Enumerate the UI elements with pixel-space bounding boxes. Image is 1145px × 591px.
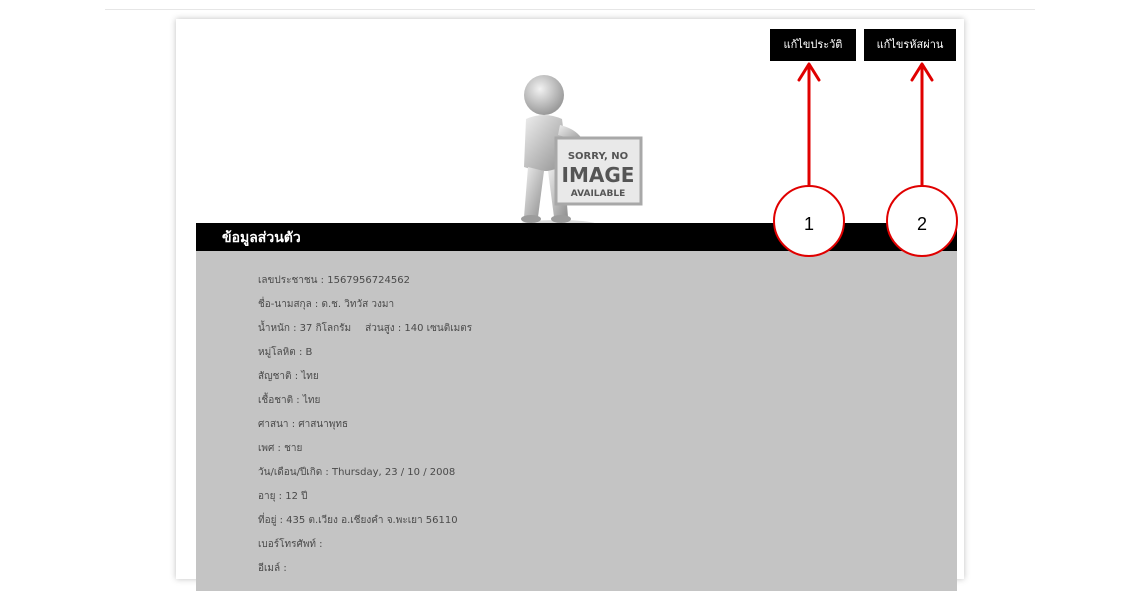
change-password-button[interactable]: แก้ไขรหัสผ่าน: [864, 29, 956, 61]
weight-height-row: น้ำหนัก : 37 กิโลกรัม ส่วนสูง : 140 เซนติ…: [258, 321, 472, 336]
height-text: ส่วนสูง : 140 เซนติเมตร: [365, 323, 473, 334]
phone-row: เบอร์โทรศัพท์ :: [258, 539, 323, 550]
id-card-row: เลขประชาชน : 1567956724562: [258, 275, 410, 286]
religion-row: ศาสนา : ศาสนาพุทธ: [258, 419, 349, 430]
gender-row: เพศ : ชาย: [258, 443, 303, 454]
blood-group-row: หมู่โลหิต : B: [258, 347, 313, 358]
full-name-row: ชื่อ-นามสกุล : ด.ช. วิทวัส วงมา: [258, 299, 395, 310]
address-row: ที่อยู่ : 435 ต.เวียง อ.เชียงคำ จ.พะเยา …: [258, 515, 458, 526]
birth-date-row: วัน/เดือน/ปีเกิด : Thursday, 23 / 10 / 2…: [258, 467, 456, 478]
placeholder-text-line2: IMAGE: [562, 163, 635, 187]
top-divider: [105, 9, 1035, 10]
placeholder-text-line1: SORRY, NO: [568, 151, 628, 162]
nationality-row: สัญชาติ : ไทย: [258, 371, 319, 382]
ethnicity-row: เชื้อชาติ : ไทย: [258, 395, 321, 406]
profile-card: แก้ไขประวัติ แก้ไขรหัสผ่าน SORRY, NO IMA…: [176, 19, 964, 591]
email-row: อีเมล์ :: [258, 563, 287, 574]
callout-2: 2: [886, 185, 958, 257]
age-row: อายุ : 12 ปี: [258, 491, 308, 502]
no-image-placeholder: SORRY, NO IMAGE AVAILABLE: [518, 75, 643, 230]
edit-profile-button[interactable]: แก้ไขประวัติ: [770, 29, 856, 61]
placeholder-text-line3: AVAILABLE: [571, 189, 625, 199]
callout-1: 1: [773, 185, 845, 257]
personal-info-panel: เลขประชาชน : 1567956724562 ชื่อ-นามสกุล …: [196, 251, 957, 591]
weight-text: น้ำหนัก : 37 กิโลกรัม: [258, 323, 352, 334]
